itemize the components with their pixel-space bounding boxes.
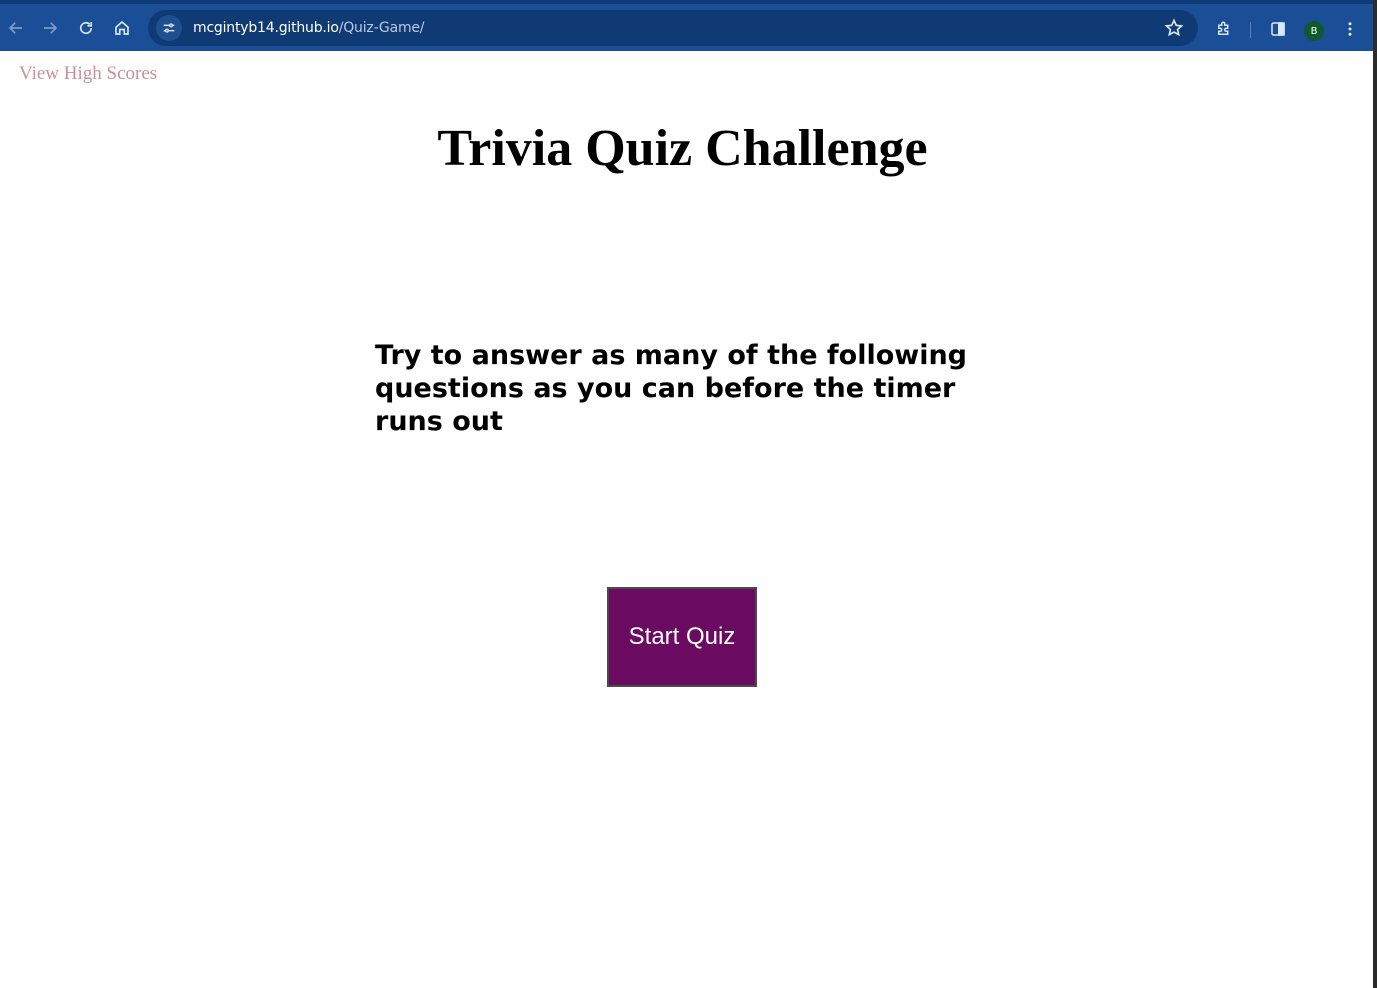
- reload-button[interactable]: [72, 14, 100, 42]
- forward-button[interactable]: [36, 14, 64, 42]
- bookmark-star-icon: [1164, 18, 1184, 37]
- home-icon: [115, 20, 129, 35]
- page-title: Trivia Quiz Challenge: [437, 120, 928, 177]
- url-path: /Quiz-Game/: [338, 20, 425, 36]
- menu-icon: [1348, 22, 1352, 36]
- forward-icon: [44, 22, 58, 34]
- page-content: View High Scores Trivia Quiz Challenge T…: [0, 51, 1373, 988]
- toolbar-separator: [1250, 22, 1251, 38]
- side-panel-icon: [1271, 22, 1285, 36]
- url-text[interactable]: mcgintyb14.github.io/Quiz-Game/: [193, 20, 425, 36]
- address-bar[interactable]: mcgintyb14.github.io/Quiz-Game/: [148, 10, 1198, 46]
- extensions-button[interactable]: [1210, 15, 1238, 43]
- view-high-scores-link[interactable]: View High Scores: [19, 63, 157, 85]
- site-info-icon: [163, 23, 175, 33]
- browser-window: mcgintyb14.github.io/Quiz-Game/ B View H…: [0, 0, 1373, 988]
- back-icon: [8, 22, 22, 34]
- back-button[interactable]: [2, 14, 30, 42]
- reload-icon: [79, 21, 93, 35]
- window-edge: [1373, 0, 1377, 988]
- home-button[interactable]: [108, 14, 136, 42]
- url-host: mcgintyb14.github.io: [193, 20, 339, 36]
- site-info-button[interactable]: [156, 15, 182, 41]
- extensions-icon: [1218, 21, 1229, 35]
- menu-button[interactable]: [1336, 15, 1364, 43]
- browser-toolbar: mcgintyb14.github.io/Quiz-Game/ B: [0, 0, 1373, 51]
- start-quiz-button[interactable]: Start Quiz: [607, 587, 757, 687]
- side-panel-button[interactable]: [1264, 15, 1292, 43]
- profile-avatar[interactable]: B: [1304, 21, 1324, 41]
- quiz-instructions: Try to answer as many of the following q…: [375, 340, 968, 437]
- bookmark-button[interactable]: [1164, 18, 1184, 38]
